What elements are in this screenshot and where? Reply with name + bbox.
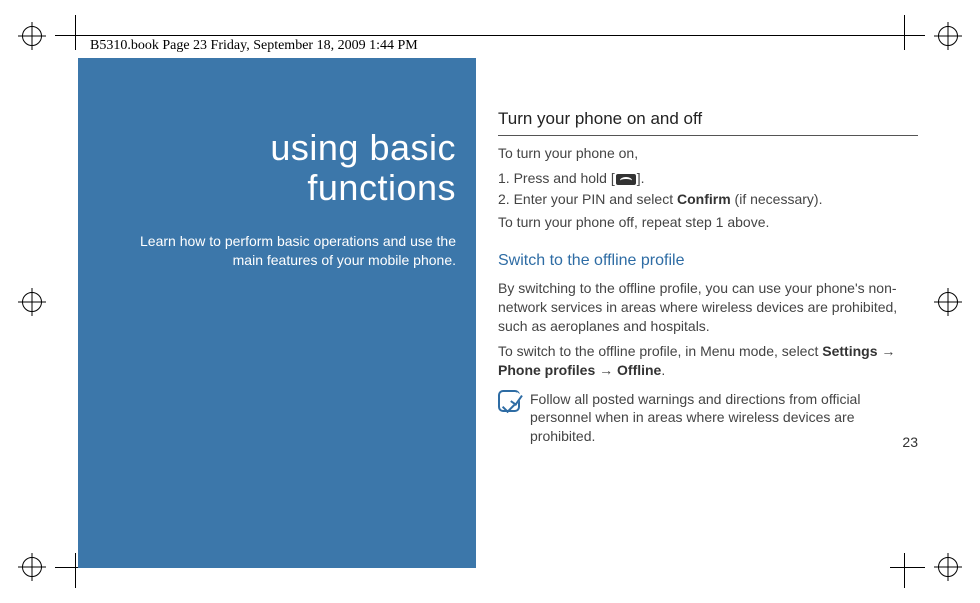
registration-mark bbox=[938, 557, 958, 577]
chapter-subtitle: Learn how to perform basic operations an… bbox=[98, 232, 456, 270]
menu-phone-profiles: Phone profiles bbox=[498, 362, 595, 378]
section-heading-power: Turn your phone on and off bbox=[498, 108, 918, 131]
step-1-prefix: 1. Press and hold [ bbox=[498, 170, 615, 186]
chapter-title-line2: functions bbox=[307, 167, 456, 208]
chapter-subtitle-line1: Learn how to perform basic operations an… bbox=[140, 233, 456, 249]
header-rule bbox=[78, 35, 902, 36]
note-text: Follow all posted warnings and direction… bbox=[530, 390, 918, 447]
registration-mark bbox=[938, 26, 958, 46]
note-box: Follow all posted warnings and direction… bbox=[498, 390, 918, 447]
end-call-key-icon bbox=[616, 174, 636, 185]
registration-mark bbox=[22, 557, 42, 577]
step-1-suffix: ]. bbox=[637, 170, 645, 186]
page-number: 23 bbox=[902, 433, 918, 452]
step-2-bold: Confirm bbox=[677, 191, 731, 207]
offline-p2-suffix: . bbox=[661, 362, 665, 378]
running-head: B5310.book Page 23 Friday, September 18,… bbox=[90, 38, 418, 54]
heading-rule bbox=[498, 135, 918, 136]
note-icon bbox=[498, 390, 520, 412]
registration-mark bbox=[22, 26, 42, 46]
step-2-suffix: (if necessary). bbox=[731, 191, 823, 207]
chapter-subtitle-line2: main features of your mobile phone. bbox=[233, 252, 456, 268]
chapter-intro-panel: using basic functions Learn how to perfo… bbox=[78, 58, 476, 568]
arrow-1: → bbox=[877, 343, 895, 359]
intro-text: To turn your phone on, bbox=[498, 144, 918, 163]
step-1: 1. Press and hold []. bbox=[498, 169, 918, 188]
section-heading-offline: Switch to the offline profile bbox=[498, 250, 918, 272]
arrow-2: → bbox=[595, 362, 617, 378]
step-2: 2. Enter your PIN and select Confirm (if… bbox=[498, 190, 918, 209]
chapter-title-line1: using basic bbox=[270, 127, 456, 168]
offline-p1: By switching to the offline profile, you… bbox=[498, 279, 918, 336]
chapter-title: using basic functions bbox=[98, 128, 456, 207]
page-content: using basic functions Learn how to perfo… bbox=[78, 58, 922, 563]
section1-outro: To turn your phone off, repeat step 1 ab… bbox=[498, 213, 918, 232]
offline-p2-prefix: To switch to the offline profile, in Men… bbox=[498, 343, 822, 359]
offline-p2: To switch to the offline profile, in Men… bbox=[498, 342, 918, 380]
menu-offline: Offline bbox=[617, 362, 661, 378]
step-2-prefix: 2. Enter your PIN and select bbox=[498, 191, 677, 207]
registration-mark bbox=[938, 292, 958, 312]
registration-mark bbox=[22, 292, 42, 312]
body-column: Turn your phone on and off To turn your … bbox=[498, 108, 918, 446]
menu-settings: Settings bbox=[822, 343, 877, 359]
